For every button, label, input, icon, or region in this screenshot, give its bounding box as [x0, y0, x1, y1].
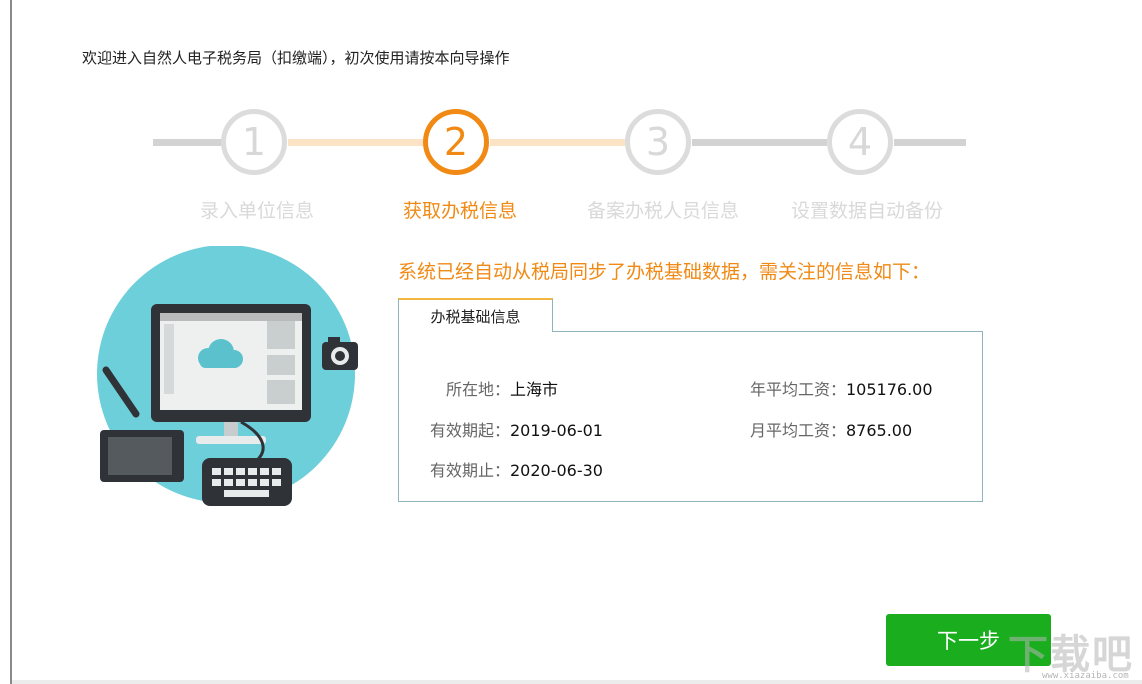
step-connector-1-2 — [288, 139, 423, 146]
step-3-circle: 3 — [625, 109, 691, 175]
watermark-url: www.xiazaiba.com — [1042, 671, 1129, 681]
field-monthly-avg-salary-value: 8765.00 — [846, 421, 913, 440]
step-4-circle: 4 — [827, 109, 893, 175]
field-location-key: 所在地： — [445, 380, 510, 399]
step-4-label: 设置数据自动备份 — [790, 200, 943, 222]
tablet-icon — [100, 430, 184, 482]
field-valid-from-value: 2019-06-01 — [510, 421, 603, 440]
step-2-label: 获取办税信息 — [402, 200, 517, 222]
field-valid-from-key: 有效期起： — [429, 421, 510, 440]
step-2-number: 2 — [443, 120, 469, 164]
step-1-number: 1 — [241, 120, 267, 164]
step-connector-tail — [894, 139, 966, 146]
step-connector-1-2 — [153, 139, 223, 146]
field-location: 所在地：上海市 — [399, 376, 558, 400]
step-3-label: 备案办税人员信息 — [586, 200, 739, 222]
sync-notice: 系统已经自动从税局同步了办税基础数据，需关注的信息如下： — [398, 261, 931, 283]
step-2-circle: 2 — [423, 109, 489, 175]
field-monthly-avg-salary-key: 月平均工资： — [749, 421, 846, 440]
tax-info-body: 所在地：上海市 有效期起：2019-06-01 有效期止：2020-06-30 … — [398, 331, 983, 502]
field-valid-to: 有效期止：2020-06-30 — [399, 457, 603, 481]
wizard-stepper: 1 2 3 4 录入单位信息 获取办税信息 备案办税人员信息 设置数据自动备份 — [0, 0, 1142, 240]
step-1-circle: 1 — [221, 109, 287, 175]
step-1-label: 录入单位信息 — [199, 200, 314, 222]
step-connector-3-4 — [692, 139, 827, 146]
tab-tax-basic-info[interactable]: 办税基础信息 — [398, 298, 553, 332]
field-valid-from: 有效期起：2019-06-01 — [399, 417, 603, 441]
field-location-value: 上海市 — [510, 380, 559, 399]
field-valid-to-value: 2020-06-30 — [510, 461, 603, 480]
window-bottom-border — [12, 680, 1142, 684]
tax-info-panel: 办税基础信息 所在地：上海市 有效期起：2019-06-01 有效期止：2020… — [398, 298, 983, 502]
field-monthly-avg-salary: 月平均工资：8765.00 — [699, 417, 912, 441]
field-valid-to-key: 有效期止： — [429, 461, 510, 480]
field-annual-avg-salary-value: 105176.00 — [846, 380, 933, 399]
step-3-number: 3 — [645, 120, 671, 164]
keyboard-icon — [202, 458, 292, 506]
step-connector-2-3 — [490, 139, 625, 146]
field-annual-avg-salary: 年平均工资：105176.00 — [699, 376, 933, 400]
watermark-logo: 下载吧 www.xiazaiba.com — [1008, 622, 1142, 684]
step-4-number: 4 — [847, 120, 873, 164]
computer-illustration-icon — [97, 246, 358, 506]
field-annual-avg-salary-key: 年平均工资： — [749, 380, 846, 399]
